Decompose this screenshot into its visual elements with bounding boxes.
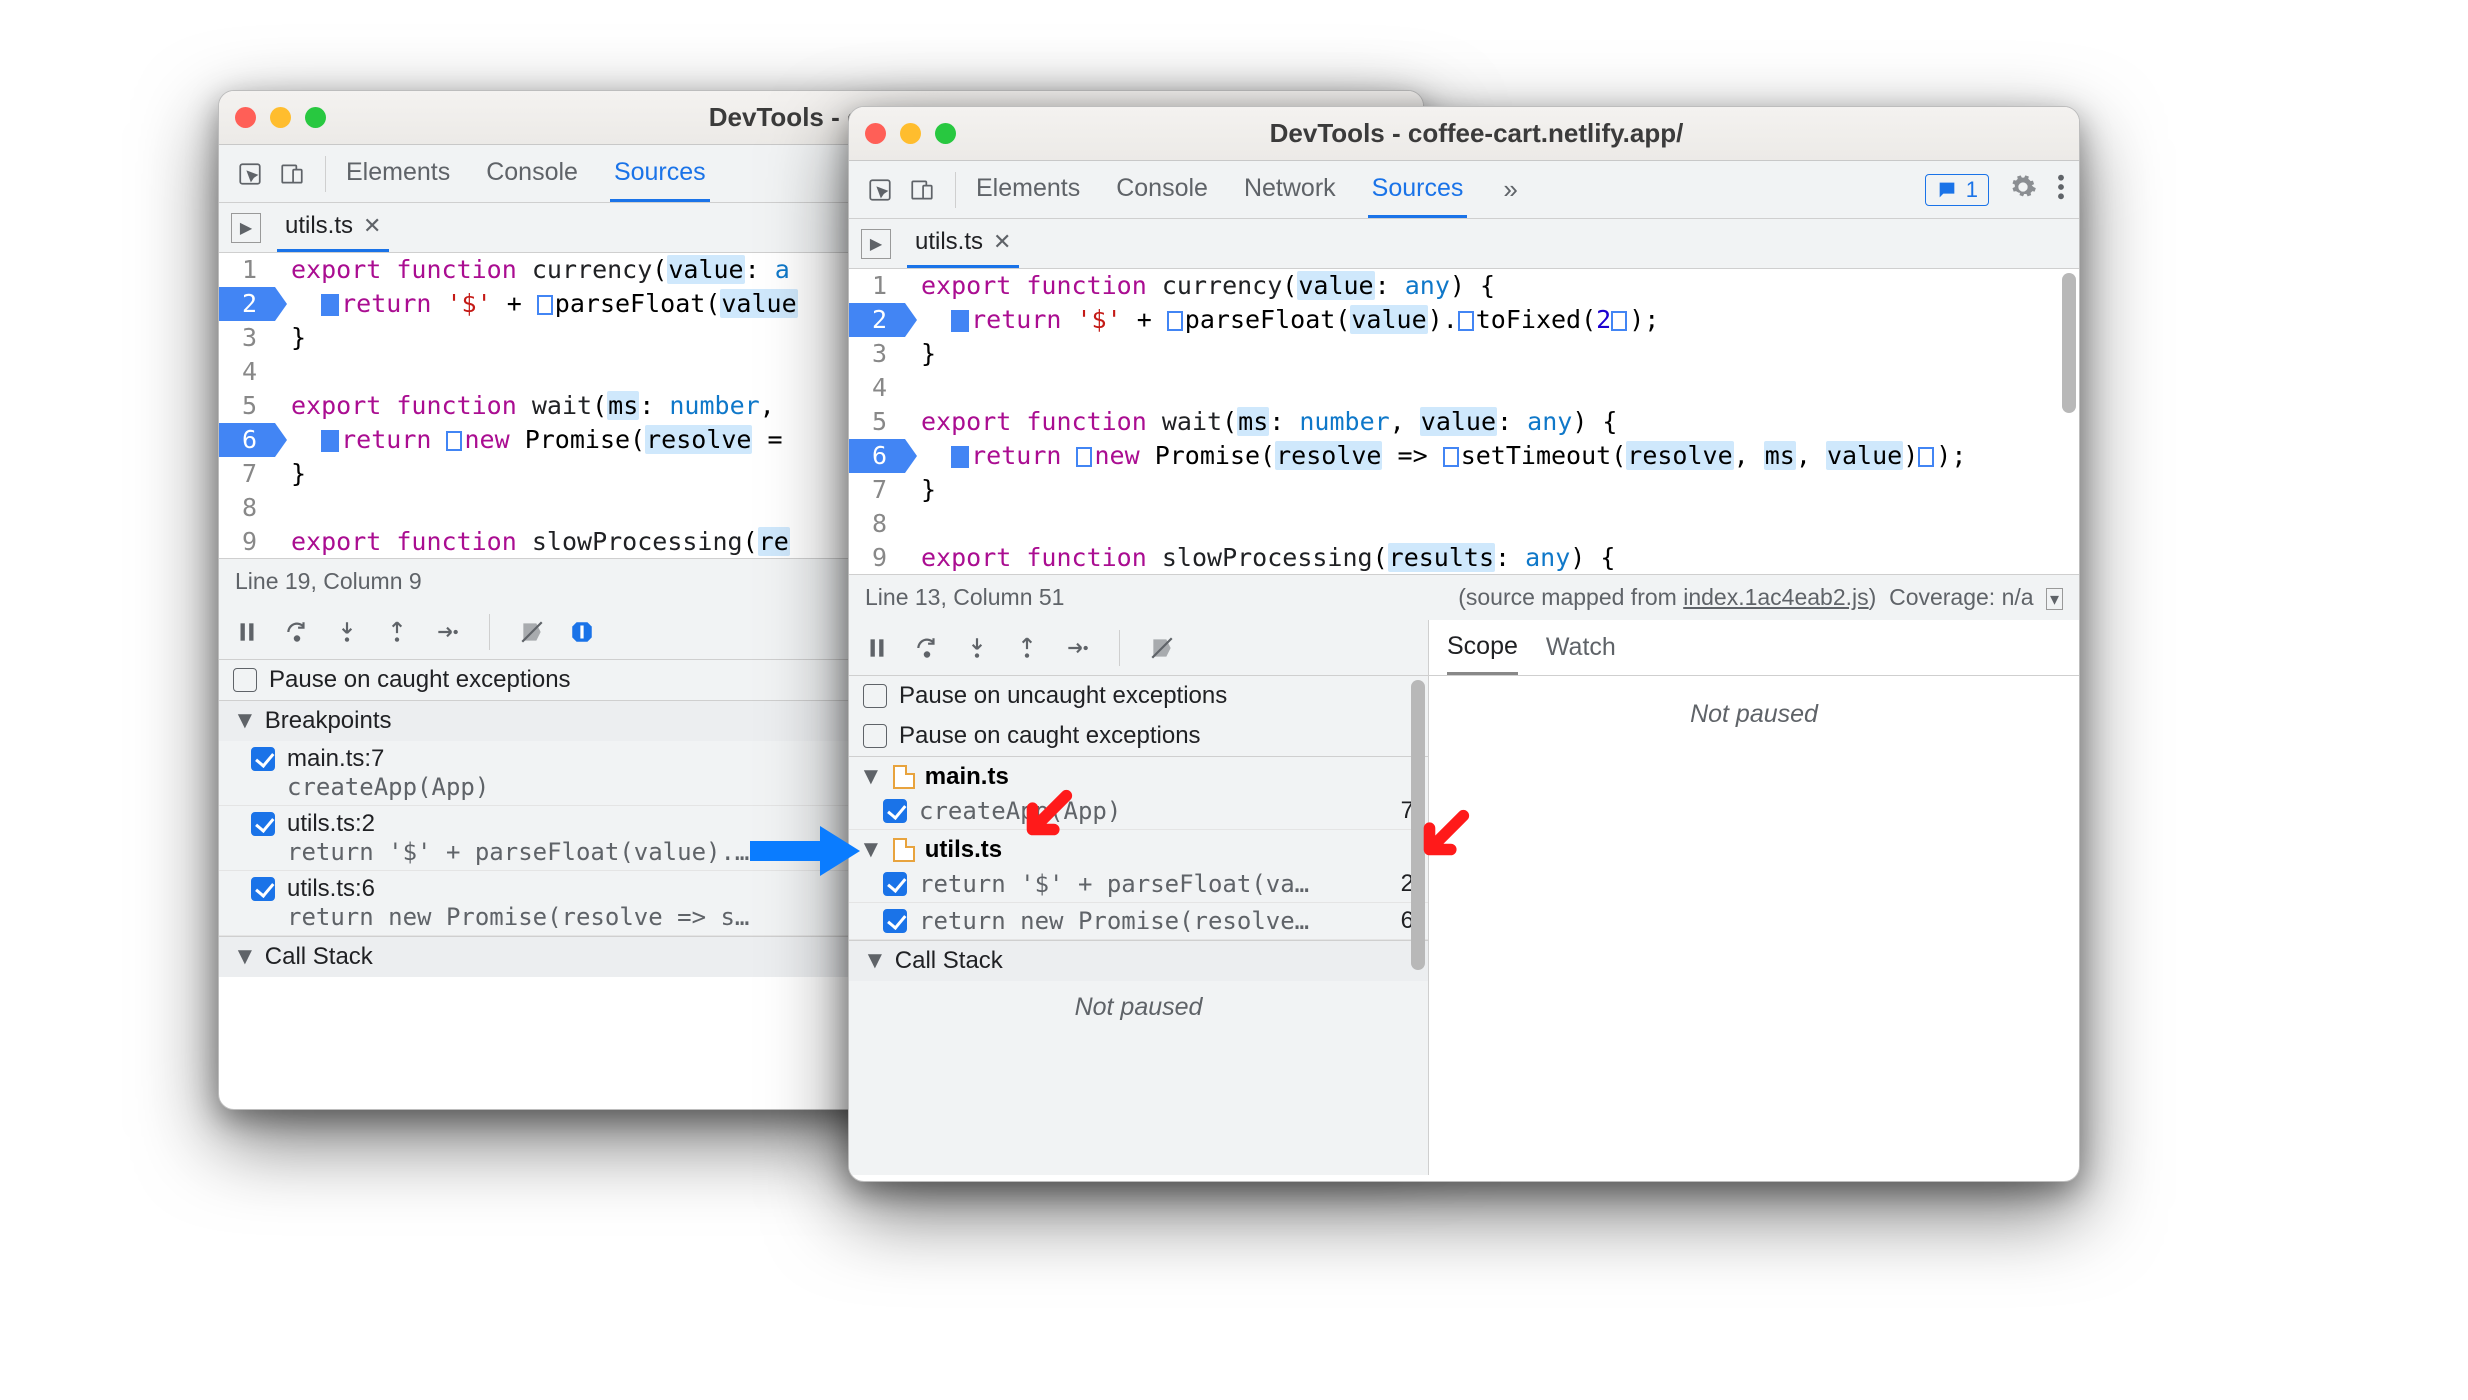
more-tabs-icon[interactable]: »: [1503, 174, 1517, 205]
close-icon[interactable]: ✕: [993, 229, 1011, 255]
inline-breakpoint-icon[interactable]: [951, 446, 969, 468]
deactivate-breakpoints-icon[interactable]: [516, 616, 548, 648]
breakpoint-item[interactable]: return new Promise(resolve… 6: [849, 903, 1428, 940]
step-into-icon[interactable]: [331, 616, 363, 648]
pause-icon[interactable]: [861, 632, 893, 664]
pause-caught-label: Pause on caught exceptions: [269, 666, 571, 694]
close-window-icon[interactable]: [865, 123, 886, 144]
checkbox-checked-icon[interactable]: [251, 747, 275, 771]
checkbox-checked-icon[interactable]: [883, 799, 907, 823]
file-tab-label: utils.ts: [285, 212, 353, 240]
checkbox-icon[interactable]: [233, 668, 257, 692]
inline-breakpoint-icon[interactable]: [321, 294, 339, 316]
source-map-link[interactable]: index.1ac4eab2.js: [1683, 584, 1868, 610]
pause-icon[interactable]: [231, 616, 263, 648]
checkbox-checked-icon[interactable]: [251, 877, 275, 901]
kebab-menu-icon[interactable]: [2057, 173, 2065, 206]
checkbox-checked-icon[interactable]: [251, 812, 275, 836]
inspect-icon[interactable]: [233, 157, 267, 191]
titlebar: DevTools - coffee-cart.netlify.app/: [849, 107, 2079, 161]
status-bar: Line 13, Column 51 (source mapped from i…: [849, 574, 2079, 620]
file-tab-label: utils.ts: [915, 228, 983, 256]
step-into-icon[interactable]: [961, 632, 993, 664]
navigator-toggle-icon[interactable]: ▶: [231, 213, 261, 243]
not-paused-label: Not paused: [849, 981, 1428, 1034]
checkbox-checked-icon[interactable]: [883, 872, 907, 896]
step-icon[interactable]: [1061, 632, 1093, 664]
tab-console[interactable]: Console: [1112, 161, 1212, 218]
inline-breakpoint-outline-icon[interactable]: [537, 295, 553, 315]
scope-watch-tabs: Scope Watch: [1429, 620, 2079, 676]
inline-breakpoint-outline-icon[interactable]: [1611, 311, 1627, 331]
pause-exceptions-icon[interactable]: [566, 616, 598, 648]
tab-network[interactable]: Network: [1240, 161, 1340, 218]
close-icon[interactable]: ✕: [363, 213, 381, 239]
step-over-icon[interactable]: [281, 616, 313, 648]
debugger-panel: Pause on uncaught exceptions Pause on ca…: [849, 620, 1429, 1175]
step-out-icon[interactable]: [381, 616, 413, 648]
file-tab-utils[interactable]: utils.ts ✕: [277, 203, 389, 252]
file-icon: [893, 838, 915, 862]
callstack-header[interactable]: ▼Call Stack: [849, 941, 1428, 981]
file-tabs: ▶ utils.ts ✕: [849, 219, 2079, 269]
inline-breakpoint-outline-icon[interactable]: [446, 431, 462, 451]
panel-tabs: Elements Console Network Sources »: [972, 161, 1518, 218]
annotation-arrow-blue: [750, 826, 860, 906]
panel-tabs: Elements Console Sources: [342, 145, 710, 202]
inline-breakpoint-outline-icon[interactable]: [1918, 447, 1934, 467]
inspect-icon[interactable]: [863, 173, 897, 207]
cursor-position: Line 13, Column 51: [865, 584, 1064, 611]
annotation-arrow-red: [1415, 806, 1473, 864]
annotation-arrow-red: [1018, 786, 1076, 844]
devtools-window-b: DevTools - coffee-cart.netlify.app/ Elem…: [848, 106, 2080, 1182]
breakpoint-group[interactable]: ▼utils.ts: [849, 830, 1428, 866]
breakpoint-item[interactable]: createApp(App) 7: [849, 793, 1428, 830]
window-title: DevTools - coffee-cart.netlify.app/: [890, 118, 2063, 149]
tab-watch[interactable]: Watch: [1546, 633, 1616, 662]
code-editor[interactable]: 1export function currency(value: any) { …: [849, 269, 2079, 574]
issues-badge[interactable]: 1: [1925, 174, 1989, 206]
tab-console[interactable]: Console: [482, 145, 582, 202]
step-over-icon[interactable]: [911, 632, 943, 664]
pause-caught-row[interactable]: Pause on caught exceptions: [849, 716, 1428, 756]
pause-uncaught-row[interactable]: Pause on uncaught exceptions: [849, 676, 1428, 716]
deactivate-breakpoints-icon[interactable]: [1146, 632, 1178, 664]
close-window-icon[interactable]: [235, 107, 256, 128]
not-paused-label: Not paused: [1429, 676, 2079, 1175]
scope-watch-panel: Scope Watch Not paused: [1429, 620, 2079, 1175]
breakpoint-item[interactable]: return '$' + parseFloat(va… 2: [849, 866, 1428, 903]
cursor-position: Line 19, Column 9: [235, 568, 422, 595]
tab-sources[interactable]: Sources: [610, 145, 710, 202]
debugger-toolbar: [849, 620, 1428, 676]
navigator-toggle-icon[interactable]: ▶: [861, 229, 891, 259]
checkbox-icon[interactable]: [863, 724, 887, 748]
file-icon: [893, 765, 915, 789]
tab-scope[interactable]: Scope: [1447, 620, 1518, 675]
inline-breakpoint-icon[interactable]: [321, 430, 339, 452]
file-tab-utils[interactable]: utils.ts ✕: [907, 219, 1019, 268]
checkbox-checked-icon[interactable]: [883, 909, 907, 933]
checkbox-icon[interactable]: [863, 684, 887, 708]
inline-breakpoint-icon[interactable]: [951, 310, 969, 332]
tab-sources[interactable]: Sources: [1368, 161, 1468, 218]
step-icon[interactable]: [431, 616, 463, 648]
tab-elements[interactable]: Elements: [972, 161, 1084, 218]
gear-icon[interactable]: [2009, 173, 2037, 206]
source-map-info: (source mapped from index.1ac4eab2.js) C…: [1458, 584, 2063, 611]
step-out-icon[interactable]: [1011, 632, 1043, 664]
inline-breakpoint-outline-icon[interactable]: [1076, 447, 1092, 467]
main-toolbar: Elements Console Network Sources » 1: [849, 161, 2079, 219]
device-toggle-icon[interactable]: [905, 173, 939, 207]
breakpoint-group[interactable]: ▼main.ts: [849, 757, 1428, 793]
inline-breakpoint-outline-icon[interactable]: [1443, 447, 1459, 467]
device-toggle-icon[interactable]: [275, 157, 309, 191]
inline-breakpoint-outline-icon[interactable]: [1458, 311, 1474, 331]
inline-breakpoint-outline-icon[interactable]: [1167, 311, 1183, 331]
scrollbar-thumb[interactable]: [2062, 273, 2076, 413]
tab-elements[interactable]: Elements: [342, 145, 454, 202]
coverage-options-icon[interactable]: ▾: [2046, 588, 2063, 610]
